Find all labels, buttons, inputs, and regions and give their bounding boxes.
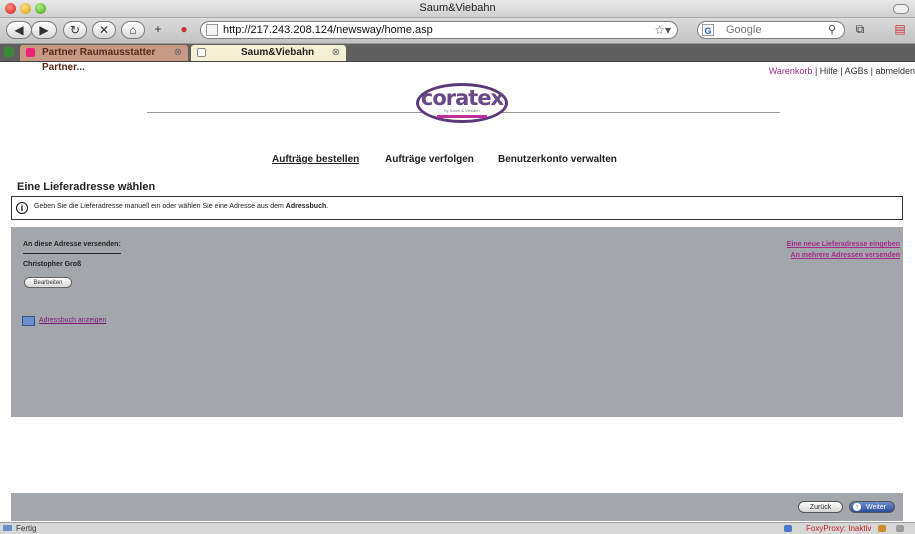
tab-overview-icon[interactable]: ⧉ — [851, 21, 869, 39]
edit-button[interactable]: Bearbeiten — [24, 277, 72, 288]
tab-label: Saum&Viebahn — [241, 47, 315, 58]
addon-status-icon[interactable] — [878, 525, 886, 532]
top-links-rest[interactable]: | Hilfe | AGBs | abmelden — [812, 66, 915, 76]
info-icon: i — [16, 202, 28, 214]
addon-icon[interactable]: ● — [176, 21, 192, 39]
nav-account[interactable]: Benutzerkonto verwalten — [498, 154, 617, 165]
addressbook-icon[interactable] — [22, 316, 35, 326]
tab-partner[interactable]: Partner Raumausstatter Partner... ⊗ — [20, 45, 188, 73]
nav-track[interactable]: Aufträge verfolgen — [385, 154, 474, 165]
forward-icon[interactable]: ▶ — [31, 21, 57, 39]
security-icon[interactable] — [896, 525, 904, 532]
tab-bar: Partner Raumausstatter Partner... ⊗ Saum… — [0, 44, 915, 73]
logo-bar — [437, 115, 487, 118]
reload-icon[interactable]: ↻ — [63, 21, 87, 39]
status-text: Fertig — [16, 524, 37, 533]
top-links: Warenkorb | Hilfe | AGBs | abmelden — [769, 66, 915, 76]
mail-icon[interactable] — [3, 525, 12, 531]
tab-saum-viebahn[interactable]: Saum&Viebahn ⊗ — [191, 45, 346, 61]
search-input[interactable] — [726, 23, 806, 37]
logo-subtext: by Saum & Viebahn — [444, 108, 480, 113]
status-bar: Fertig FoxyProxy: Inaktiv — [0, 522, 915, 534]
logo-text: coratex — [420, 86, 504, 110]
pdf-icon[interactable]: ▤ — [891, 21, 909, 39]
google-engine-icon[interactable]: G — [702, 24, 714, 36]
search-icon[interactable]: ⚲ — [828, 23, 836, 36]
url-input[interactable] — [223, 23, 643, 37]
tab-label: Partner Raumausstatter Partner... — [42, 47, 156, 73]
tab-page-icon — [197, 48, 206, 57]
bookmark-star-icon[interactable]: ☆▾ — [654, 23, 671, 37]
tab-close-icon[interactable]: ⊗ — [174, 45, 182, 60]
recipient-name: Christopher Groß — [23, 261, 82, 268]
sync-icon[interactable] — [784, 525, 792, 532]
addressbook-link[interactable]: Adressbuch anzeigen — [39, 317, 106, 324]
tab-list-icon[interactable] — [4, 47, 14, 57]
info-bold: Adressbuch — [285, 203, 327, 210]
cart-link[interactable]: Warenkorb — [769, 66, 813, 76]
foxyproxy-status[interactable]: FoxyProxy: Inaktiv — [806, 523, 871, 534]
next-arrow-icon: › — [853, 503, 861, 511]
next-button[interactable]: › Weiter — [849, 501, 895, 513]
window-titlebar: Saum&Viebahn — [0, 0, 915, 18]
url-bar[interactable]: ☆▾ — [200, 21, 678, 39]
toolbar-toggle-icon[interactable] — [893, 4, 909, 14]
back-button[interactable]: Zurück — [798, 501, 843, 513]
browser-toolbar: ◀ ▶ ↻ ✕ ⌂ + ● ☆▾ G ⚲ ⧉ ▤ — [0, 18, 915, 44]
nav-order[interactable]: Aufträge bestellen — [272, 154, 359, 165]
site-identity-icon[interactable] — [206, 24, 218, 36]
back-icon[interactable]: ◀ — [6, 21, 32, 39]
window-title: Saum&Viebahn — [419, 2, 496, 14]
new-address-link[interactable]: Eine neue Lieferadresse eingeben — [787, 241, 900, 248]
footer-bar: Zurück › Weiter — [11, 493, 903, 521]
info-box: i Geben Sie die Lieferadresse manuell ei… — [11, 196, 903, 220]
ship-to-label: An diese Adresse versenden: — [23, 241, 121, 254]
search-box[interactable]: G ⚲ — [697, 21, 845, 39]
page-title: Eine Lieferadresse wählen — [17, 181, 156, 193]
tab-close-icon[interactable]: ⊗ — [332, 45, 340, 60]
bookmark-add-icon[interactable]: + — [151, 21, 165, 39]
multi-address-link[interactable]: An mehrere Adressen versenden — [791, 252, 900, 259]
stop-icon[interactable]: ✕ — [92, 21, 116, 39]
tab-favicon-icon — [26, 48, 35, 57]
info-text: Geben Sie die Lieferadresse manuell ein … — [34, 203, 329, 210]
home-icon[interactable]: ⌂ — [121, 21, 145, 39]
next-button-label: Weiter — [866, 504, 887, 511]
address-panel: An diese Adresse versenden: Christopher … — [11, 227, 903, 417]
coratex-logo: coratex by Saum & Viebahn — [416, 83, 508, 123]
